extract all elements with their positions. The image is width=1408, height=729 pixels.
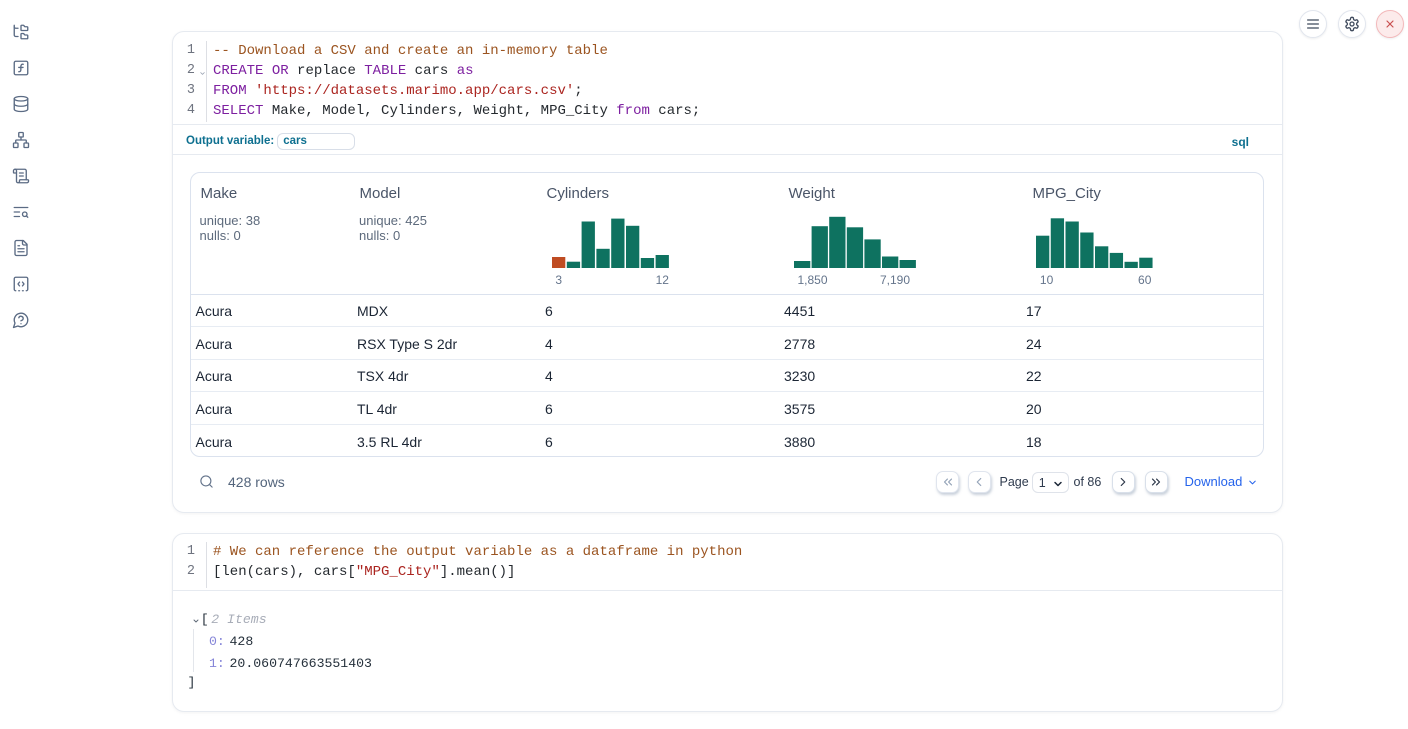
svg-text:10: 10: [1040, 273, 1054, 287]
svg-text:60: 60: [1138, 273, 1152, 287]
svg-text:1,850: 1,850: [797, 273, 827, 287]
svg-text:12: 12: [656, 273, 670, 287]
svg-text:7,190: 7,190: [880, 273, 910, 287]
svg-text:3: 3: [555, 273, 562, 287]
